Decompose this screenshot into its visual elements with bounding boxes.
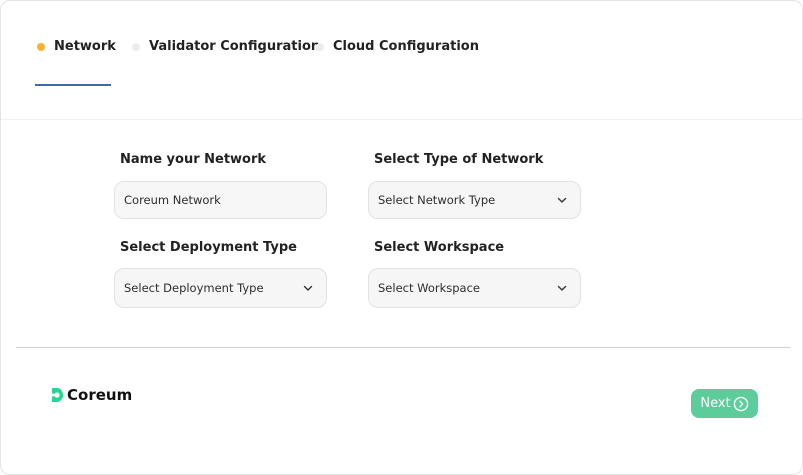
tab-cloud-configuration[interactable]: Cloud Configuration	[316, 39, 479, 54]
chevron-down-icon	[557, 285, 567, 291]
active-step-dot-icon	[37, 42, 45, 51]
step-tabs: Network Validator Configuration Cloud Co…	[1, 1, 802, 120]
tab-validator-configuration-label: Validator Configuration	[149, 39, 321, 54]
logo-text: Coreum	[67, 386, 133, 404]
next-button-label: Next	[700, 396, 731, 411]
coreum-logo: Coreum	[50, 386, 132, 404]
network-name-label: Name your Network	[120, 152, 267, 167]
tab-network[interactable]: Network	[37, 39, 116, 54]
network-name-input[interactable]	[124, 193, 314, 207]
footer-divider	[16, 347, 790, 348]
network-setup-card: Network Validator Configuration Cloud Co…	[0, 0, 803, 475]
workspace-select[interactable]: Select Workspace	[368, 268, 581, 308]
deployment-type-label: Select Deployment Type	[120, 240, 297, 255]
tab-cloud-configuration-label: Cloud Configuration	[333, 39, 479, 54]
next-button[interactable]: Next	[691, 389, 758, 418]
workspace-selected-value: Select Workspace	[378, 281, 480, 295]
inactive-step-dot-icon	[132, 42, 140, 51]
tab-network-label: Network	[54, 39, 116, 54]
chevron-right-circle-icon	[733, 396, 748, 411]
active-tab-underline	[35, 84, 111, 86]
inactive-step-dot-icon	[316, 42, 324, 51]
deployment-type-selected-value: Select Deployment Type	[124, 281, 264, 295]
chevron-down-icon	[557, 197, 567, 203]
network-name-field[interactable]	[114, 181, 327, 219]
coreum-logo-icon	[50, 388, 63, 402]
workspace-label: Select Workspace	[374, 240, 505, 255]
network-type-label: Select Type of Network	[374, 152, 544, 167]
network-type-selected-value: Select Network Type	[378, 193, 496, 207]
network-type-select[interactable]: Select Network Type	[368, 181, 581, 219]
tab-validator-configuration[interactable]: Validator Configuration	[132, 39, 320, 54]
deployment-type-select[interactable]: Select Deployment Type	[114, 268, 327, 308]
chevron-down-icon	[303, 285, 313, 291]
